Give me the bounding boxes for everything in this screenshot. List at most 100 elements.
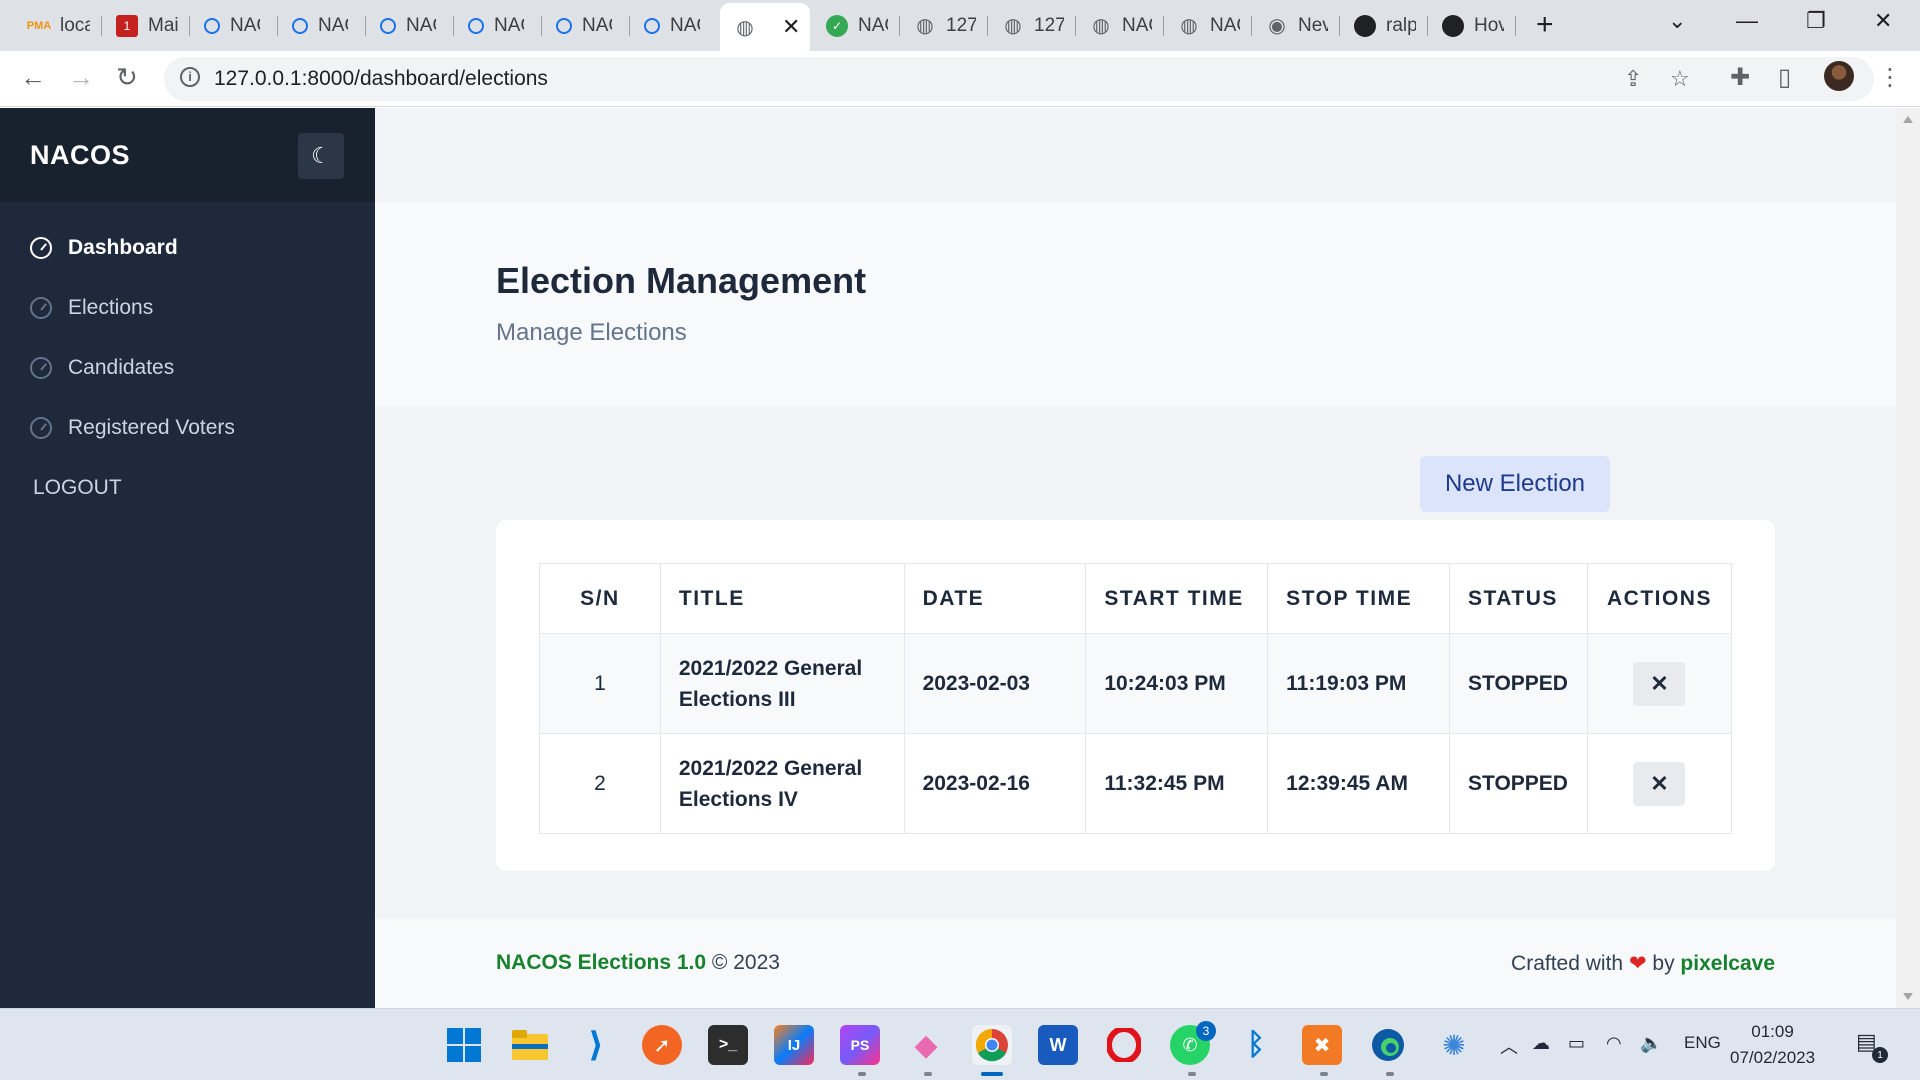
- logout-link[interactable]: LOGOUT: [0, 458, 375, 518]
- browser-tab[interactable]: ◍ NAC: [1164, 6, 1252, 45]
- site-info-icon[interactable]: i: [180, 67, 200, 87]
- restore-icon[interactable]: ❐: [1806, 8, 1826, 34]
- browser-tab[interactable]: ◍ 127: [900, 6, 988, 45]
- sidebar: NACOS ☾ Dashboard Elections Candidates R…: [0, 108, 375, 1008]
- cell-status: STOPPED: [1448, 633, 1588, 734]
- gauge-icon: [30, 417, 52, 439]
- opera-icon[interactable]: [1104, 1025, 1144, 1065]
- sidebar-item-candidates[interactable]: Candidates: [0, 338, 375, 398]
- sidebar-item-elections[interactable]: Elections: [0, 278, 375, 338]
- loading-icon: [204, 17, 220, 34]
- globe-icon: ◍: [1180, 15, 1198, 37]
- gauge-icon: [30, 237, 52, 259]
- postman-icon[interactable]: ➚: [642, 1025, 682, 1065]
- phpstorm-icon[interactable]: PS: [840, 1025, 880, 1065]
- share-icon[interactable]: ⇪: [1624, 66, 1642, 92]
- git-tool-icon[interactable]: ◆: [906, 1025, 946, 1065]
- browser-tab[interactable]: ◉ Nev: [1252, 6, 1340, 45]
- forward-icon[interactable]: →: [68, 64, 94, 90]
- dark-mode-toggle[interactable]: ☾: [298, 133, 344, 179]
- language-indicator[interactable]: ENG: [1684, 1033, 1721, 1053]
- chrome-icon: ◉: [1268, 15, 1286, 37]
- windows-start-icon[interactable]: [444, 1025, 484, 1065]
- browser-tab[interactable]: 1 Mai: [102, 6, 190, 45]
- browser-tab[interactable]: NAC: [366, 6, 454, 45]
- browser-tab[interactable]: NAC: [278, 6, 366, 45]
- cell-date: 2023-02-03: [903, 633, 1087, 734]
- minimize-icon[interactable]: —: [1736, 8, 1758, 34]
- bookmark-star-icon[interactable]: ☆: [1670, 66, 1690, 92]
- bluetooth-icon[interactable]: ᛒ: [1236, 1025, 1276, 1065]
- browser-tab[interactable]: NAC: [454, 6, 542, 45]
- close-icon: ✕: [1650, 770, 1669, 796]
- terminal-icon[interactable]: >_: [708, 1025, 748, 1065]
- tab-label: NAC: [230, 14, 260, 36]
- browser-menu-icon[interactable]: ⋮: [1878, 63, 1902, 92]
- browser-tab[interactable]: ralp: [1340, 6, 1428, 45]
- browser-tab[interactable]: ◍ NAC: [1076, 6, 1164, 45]
- browser-tab[interactable]: PMA loca: [14, 6, 102, 45]
- tab-label: 127: [1034, 14, 1064, 36]
- browser-tab[interactable]: NAC: [190, 6, 278, 45]
- wifi-icon[interactable]: ◠: [1606, 1033, 1622, 1054]
- elections-table: S/N TITLE DATE START TIME STOP TIME STAT…: [539, 563, 1733, 834]
- github-icon: [1442, 14, 1464, 37]
- chrome-taskbar-icon[interactable]: [972, 1025, 1012, 1065]
- extensions-icon[interactable]: ✚: [1730, 63, 1750, 92]
- browser-tab-strip: PMA loca 1 Mai NAC NAC NAC NAC NAC NAC ◍…: [0, 0, 1920, 51]
- delete-election-button[interactable]: ✕: [1633, 761, 1686, 806]
- new-election-button[interactable]: New Election: [1420, 456, 1610, 512]
- page-scrollbar[interactable]: [1896, 108, 1920, 1008]
- volume-icon[interactable]: 🔈: [1640, 1033, 1662, 1054]
- tab-label: NAC: [1210, 14, 1240, 36]
- scroll-down-icon[interactable]: [1903, 993, 1913, 1000]
- footer-author-link[interactable]: pixelcave: [1680, 952, 1775, 975]
- cloud-icon[interactable]: ☁: [1532, 1033, 1550, 1054]
- close-window-icon[interactable]: ✕: [1874, 8, 1892, 34]
- browser-tab[interactable]: ◍ 127: [988, 6, 1076, 45]
- sidebar-item-dashboard[interactable]: Dashboard: [0, 218, 375, 278]
- sidebar-header: NACOS ☾: [0, 108, 375, 202]
- vscode-icon[interactable]: ⟩: [576, 1025, 616, 1065]
- tab-label: NAC: [318, 14, 348, 36]
- xampp-icon[interactable]: ✖: [1302, 1025, 1342, 1065]
- browser-tab[interactable]: NAC: [630, 6, 718, 45]
- url-text[interactable]: 127.0.0.1:8000/dashboard/elections: [214, 67, 548, 91]
- footer-right: Crafted with ❤ by pixelcave: [1511, 951, 1775, 976]
- loading-icon: [556, 17, 572, 34]
- heart-icon: ❤: [1628, 952, 1647, 975]
- cell-title: 2021/2022 General Elections IV: [659, 733, 905, 834]
- reload-icon[interactable]: ↻: [116, 64, 138, 90]
- running-indicator: [1386, 1072, 1394, 1076]
- sidebar-item-label: Registered Voters: [68, 416, 235, 439]
- back-icon[interactable]: ←: [20, 64, 46, 90]
- scroll-up-icon[interactable]: [1903, 116, 1913, 123]
- sidebar-item-label: Dashboard: [68, 236, 178, 259]
- brand-logo[interactable]: NACOS: [30, 140, 130, 171]
- sidebar-item-registered-voters[interactable]: Registered Voters: [0, 398, 375, 458]
- profile-avatar[interactable]: [1824, 61, 1854, 91]
- tab-search-icon[interactable]: ⌄: [1668, 8, 1686, 34]
- battery-icon[interactable]: ▭: [1568, 1033, 1585, 1054]
- new-tab-icon[interactable]: +: [1536, 10, 1554, 40]
- side-panel-icon[interactable]: ▯: [1778, 63, 1791, 92]
- intellij-icon[interactable]: IJ: [774, 1025, 814, 1065]
- loading-icon: [292, 17, 308, 34]
- footer-app-link[interactable]: NACOS Elections 1.0: [496, 951, 706, 974]
- sidebar-nav: Dashboard Elections Candidates Registere…: [0, 218, 375, 518]
- close-tab-icon[interactable]: ✕: [782, 14, 800, 40]
- browser-tab[interactable]: ✓ NAC: [812, 6, 900, 45]
- globe-icon: ◍: [916, 15, 934, 37]
- app-icon[interactable]: ✺: [1434, 1025, 1474, 1065]
- edge-icon[interactable]: [1368, 1025, 1408, 1065]
- file-explorer-icon[interactable]: [510, 1025, 550, 1065]
- system-clock[interactable]: 01:09 07/02/2023: [1730, 1019, 1815, 1071]
- word-icon[interactable]: W: [1038, 1025, 1078, 1065]
- browser-tab-active[interactable]: ◍ ✕: [720, 3, 810, 51]
- delete-election-button[interactable]: ✕: [1633, 661, 1686, 706]
- chevron-up-icon[interactable]: ︿: [1500, 1033, 1518, 1059]
- loading-icon: [644, 17, 660, 34]
- address-bar[interactable]: i 127.0.0.1:8000/dashboard/elections ⇪ ☆: [164, 57, 1874, 101]
- browser-tab[interactable]: Hov: [1428, 6, 1516, 45]
- browser-tab[interactable]: NAC: [542, 6, 630, 45]
